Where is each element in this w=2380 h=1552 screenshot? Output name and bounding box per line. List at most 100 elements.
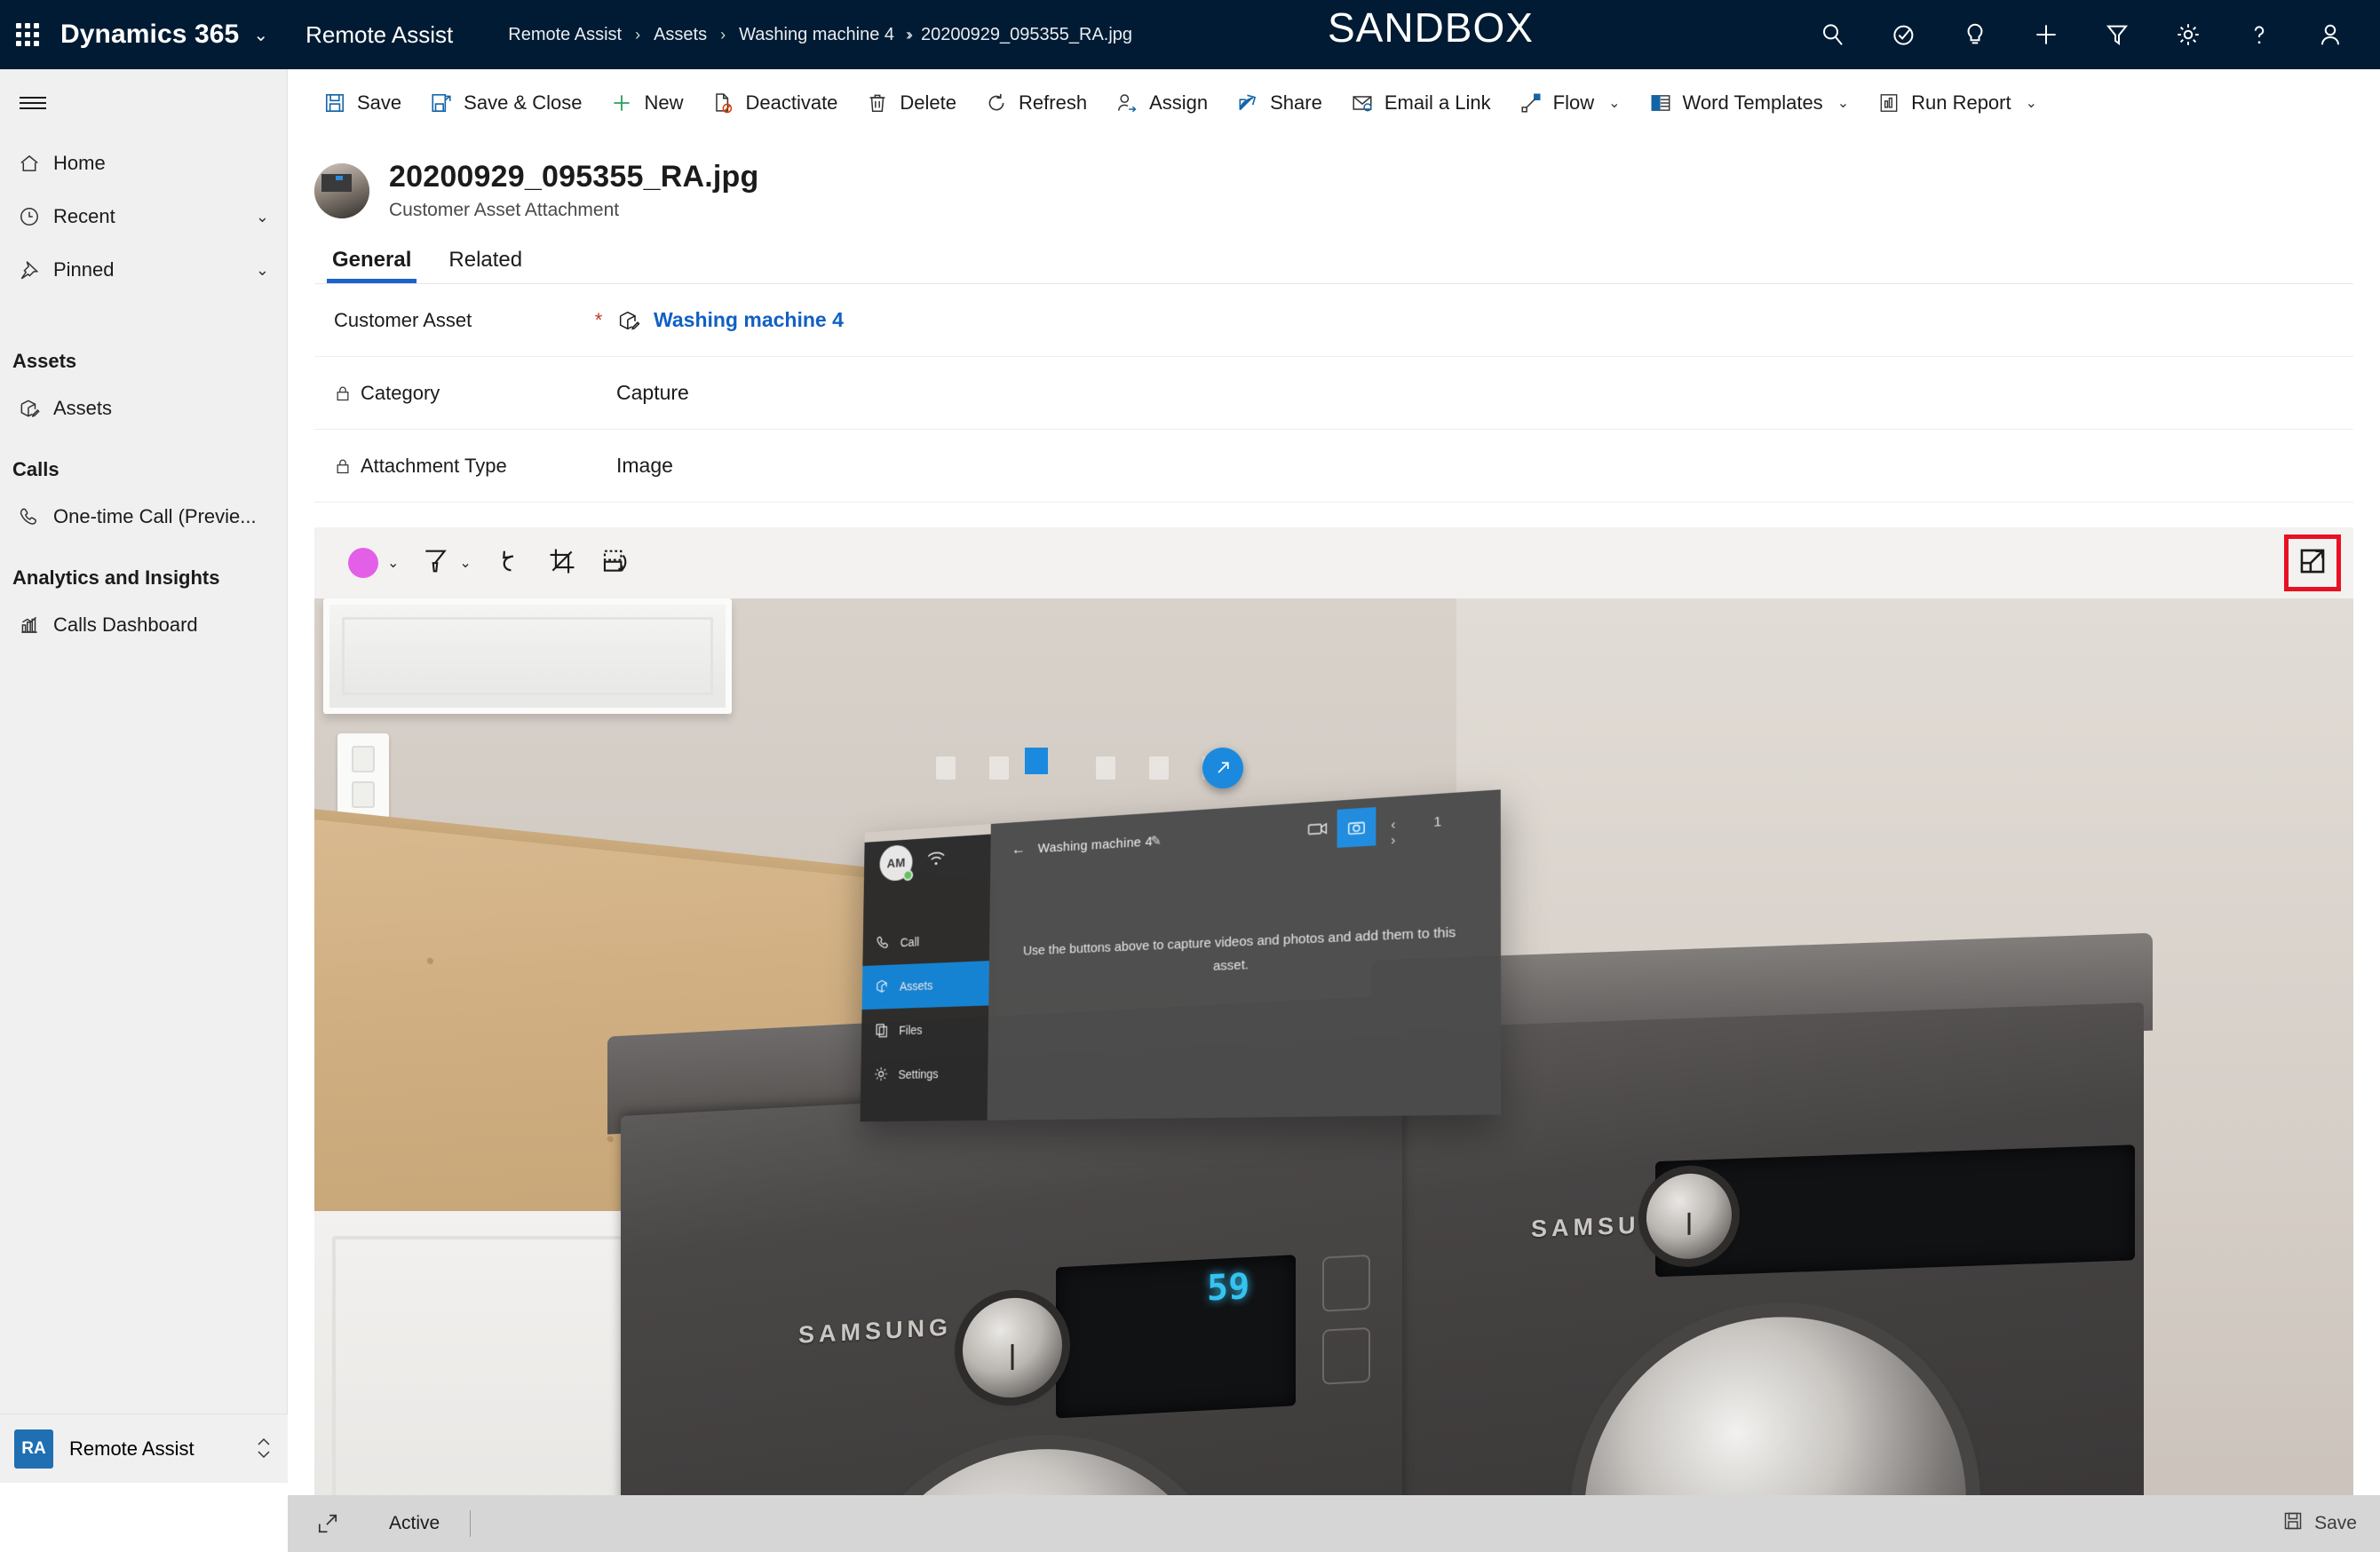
pencil-icon[interactable]: ✎: [1151, 833, 1162, 850]
files-icon: [874, 1021, 890, 1041]
share-button[interactable]: Share: [1222, 78, 1337, 128]
expand-icon[interactable]: [307, 1512, 348, 1535]
rotate-button[interactable]: [589, 536, 642, 590]
washer-dial: [963, 1295, 1062, 1400]
lightbulb-icon[interactable]: [1940, 0, 2011, 69]
tab-general[interactable]: General: [318, 241, 425, 283]
sandbox-watermark: SANDBOX: [1328, 4, 1534, 51]
brand-title: Dynamics 365: [60, 20, 240, 49]
photo-outlet: [337, 733, 389, 820]
assign-icon: [1115, 91, 1138, 115]
chevron-down-icon[interactable]: ⌄: [459, 554, 471, 572]
undo-button[interactable]: [482, 536, 536, 590]
plus-icon[interactable]: [2011, 0, 2082, 69]
command-label: Share: [1270, 91, 1322, 114]
search-icon[interactable]: [1797, 0, 1868, 69]
pin-icon[interactable]: [1202, 748, 1243, 788]
pen-icon: [420, 546, 450, 581]
hologram-nav-label: Settings: [898, 1066, 939, 1081]
breadcrumb-item-0[interactable]: Remote Assist: [508, 25, 622, 45]
deactivate-button[interactable]: Deactivate: [697, 78, 852, 128]
email-link-icon: [1351, 91, 1374, 115]
sidebar-item-label: Home: [53, 152, 106, 174]
sidebar-item-calls-dashboard[interactable]: Calls Dashboard: [0, 598, 287, 652]
asset-box-icon: [18, 397, 53, 420]
hologram-nav-call[interactable]: Call: [862, 916, 989, 966]
image-editor: ⌄ ⌄ SAMSUNG SAMSUNG 59 AM Call Assets Fi…: [314, 527, 2353, 1531]
word-templates-button[interactable]: Word Templates ⌄: [1635, 78, 1864, 128]
tab-related[interactable]: Related: [434, 241, 536, 283]
person-icon[interactable]: [2295, 0, 2366, 69]
hologram-nav-settings[interactable]: Settings: [861, 1050, 988, 1097]
chevron-up-down-icon[interactable]: [254, 1433, 274, 1464]
chevron-down-icon[interactable]: ⌄: [256, 208, 269, 226]
gear-icon[interactable]: [2153, 0, 2224, 69]
hologram-nav-label: Files: [899, 1023, 923, 1038]
app-avatar: RA: [14, 1429, 53, 1469]
sidebar-item-assets[interactable]: Assets: [0, 382, 287, 435]
chevron-down-icon[interactable]: ⌄: [1608, 94, 1620, 112]
save-icon: [323, 91, 346, 115]
save-button[interactable]: Save: [309, 78, 416, 128]
chevron-down-icon[interactable]: ⌄: [256, 261, 269, 280]
sitemap-toggle-button[interactable]: [0, 69, 287, 137]
refresh-button[interactable]: Refresh: [971, 78, 1101, 128]
top-nav-icon-group: [1797, 0, 2366, 69]
page-title: 20200929_095355_RA.jpg: [389, 160, 759, 194]
crop-icon: [547, 546, 577, 581]
tab-label: Related: [448, 248, 523, 272]
breadcrumb-item-2[interactable]: Washing machine 4: [739, 25, 894, 45]
field-attachment-type: Attachment Type Image: [314, 430, 2353, 503]
chevron-down-icon[interactable]: ⌄: [1837, 94, 1849, 112]
delete-button[interactable]: Delete: [852, 78, 971, 128]
color-picker-button[interactable]: ⌄: [337, 536, 409, 590]
save-and-close-button[interactable]: Save & Close: [416, 78, 596, 128]
chevron-down-icon[interactable]: ⌄: [2026, 94, 2037, 112]
sidebar-item-recent[interactable]: Recent ⌄: [0, 190, 287, 243]
chart-icon: [18, 614, 53, 637]
flow-button[interactable]: Flow ⌄: [1505, 78, 1635, 128]
chevron-down-icon[interactable]: ⌄: [253, 24, 268, 46]
hologram-pager[interactable]: ‹ 1 ›: [1391, 810, 1501, 848]
open-full-screen-button[interactable]: [2284, 534, 2341, 591]
video-icon[interactable]: [1308, 821, 1329, 841]
sidebar-item-label: Pinned: [53, 258, 115, 281]
crop-button[interactable]: [536, 536, 589, 590]
pen-tool-button[interactable]: ⌄: [409, 536, 481, 590]
photo-washer: SAMSUNG 59: [621, 1074, 1402, 1531]
app-switcher-label: Remote Assist: [69, 1437, 194, 1460]
breadcrumb-item-3[interactable]: 20200929_095355_RA.jpg: [921, 25, 1132, 45]
assign-button[interactable]: Assign: [1101, 78, 1222, 128]
app-launcher-button[interactable]: [0, 0, 55, 69]
attachment-photo[interactable]: SAMSUNG SAMSUNG 59 AM Call Assets Files …: [314, 598, 2353, 1531]
customer-asset-lookup-link[interactable]: Washing machine 4: [616, 308, 844, 333]
filter-icon[interactable]: [2082, 0, 2153, 69]
sidebar-group-title-analytics: Analytics and Insights: [12, 566, 220, 589]
record-thumbnail: [314, 162, 369, 218]
tab-label: General: [332, 248, 412, 272]
breadcrumb-item-1[interactable]: Assets: [654, 25, 707, 45]
hologram-back-button[interactable]: ←: [1012, 841, 1026, 859]
hologram-nav-label: Call: [900, 934, 920, 950]
run-report-button[interactable]: Run Report ⌄: [1863, 78, 2051, 128]
sidebar-item-pinned[interactable]: Pinned ⌄: [0, 243, 287, 297]
field-label-text: Category: [361, 381, 440, 404]
category-value: Capture: [616, 381, 689, 405]
sidebar-item-home[interactable]: Home: [0, 137, 287, 190]
status-save-button[interactable]: Save: [2282, 1510, 2357, 1537]
help-icon[interactable]: [2224, 0, 2295, 69]
email-a-link-button[interactable]: Email a Link: [1337, 78, 1505, 128]
new-button[interactable]: New: [596, 78, 697, 128]
hologram-nav-assets[interactable]: Assets: [861, 961, 989, 1010]
hologram-nav-files[interactable]: Files: [861, 1005, 988, 1053]
chevron-down-icon[interactable]: ⌄: [387, 554, 399, 572]
sidebar-item-one-time-call[interactable]: One-time Call (Previe...: [0, 490, 287, 543]
diagnostics-icon[interactable]: [1868, 0, 1940, 69]
flow-icon: [1519, 91, 1543, 115]
home-icon: [18, 152, 53, 175]
expand-icon: [2297, 546, 2328, 581]
app-switcher[interactable]: RA Remote Assist: [0, 1413, 288, 1483]
phone-icon: [876, 933, 892, 954]
camera-icon[interactable]: [1337, 807, 1376, 848]
field-label-text: Customer Asset: [334, 308, 472, 331]
